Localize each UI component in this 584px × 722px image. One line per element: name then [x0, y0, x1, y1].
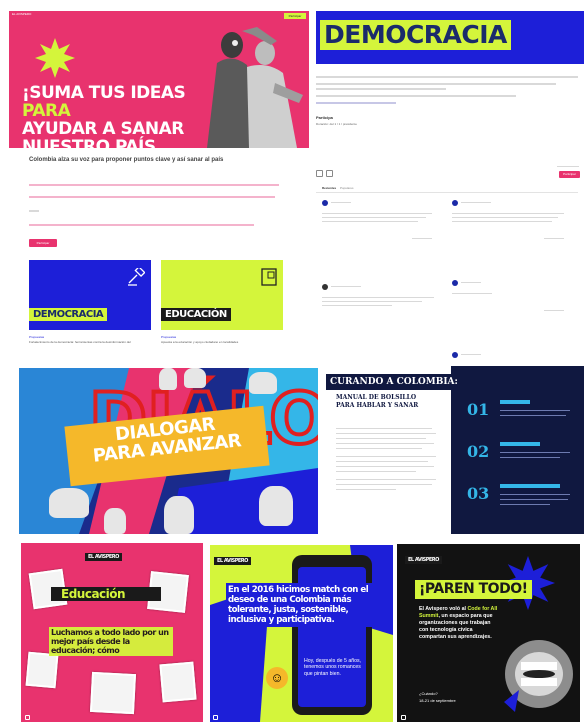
comments-participar-button[interactable]: Participar: [559, 171, 580, 178]
hero-corner-label: EL AVISPERO: [12, 12, 32, 16]
dialogar-banner: DIÁLOGO DIALOGAR PARA AVANZAR: [19, 368, 318, 534]
avatar: [452, 200, 458, 206]
hero-headline-line3: NUESTRO PAÍS AQUÍ!: [22, 137, 156, 148]
educacion-card-label: EDUCACIÓN: [161, 308, 231, 321]
curando-number-2: 02: [467, 442, 490, 461]
book-icon: [261, 268, 277, 286]
hero-headline-line2: AYUDAR A SANAR: [22, 119, 184, 139]
educacion-card-text: Apuesta a la educación y apoyo ciudadano…: [161, 340, 239, 344]
participa-label: Participa: [316, 115, 333, 120]
instagram-icon[interactable]: [25, 715, 30, 720]
hero-headline-white: ¡SUMA TUS IDEAS: [22, 83, 186, 103]
post-match-bubble: Hoy, después de 5 años, tenemos unos rom…: [304, 658, 362, 677]
hand-image: [104, 508, 126, 534]
instagram-icon[interactable]: [401, 715, 406, 720]
curando-number-1: 01: [467, 400, 490, 419]
post-paren-body: El Avispero voló al Code for All Summit,…: [419, 606, 501, 641]
curando-number-3: 03: [467, 484, 490, 503]
curando-subtitle: MANUAL DE BOLSILLO PARA HABLAR Y SANAR: [336, 394, 419, 409]
hero-banner: EL AVISPERO Participar ¡SUMA TUS IDEAS P…: [9, 11, 309, 148]
avatar: [452, 280, 458, 286]
educacion-card-kicker: Propuestas: [161, 335, 177, 339]
post-educacion-phrase: Luchamos a todo lado por un mejor país d…: [49, 627, 173, 656]
democracia-banner-title: DEMOCRACIA: [320, 20, 511, 50]
post-paren-headline: ¡PAREN TODO!: [415, 580, 532, 599]
photo-frame: [25, 651, 59, 689]
starburst-icon: [35, 38, 75, 78]
curando-panel: CURANDO A COLOMBIA: MANUAL DE BOLSILLO P…: [326, 366, 584, 534]
comment-card: [322, 198, 442, 248]
colombia-heading: Colombia alza su voz para proponer punto…: [29, 157, 224, 163]
post-brand-label: EL AVISPERO: [85, 553, 122, 561]
post-paren-body-prefix: El Avispero voló al: [419, 606, 468, 612]
post-match-headline: En el 2016 hicimos match con el deseo de…: [226, 583, 386, 627]
colombia-participar-button[interactable]: Participar: [29, 239, 57, 247]
hero-headline: ¡SUMA TUS IDEAS PARA AYUDAR A SANAR NUES…: [22, 84, 212, 148]
avatar: [322, 284, 328, 290]
tab-populares[interactable]: Populares: [340, 186, 354, 190]
comment-card: [322, 282, 442, 332]
portfolio-collage: EL AVISPERO Participar ¡SUMA TUS IDEAS P…: [0, 0, 584, 722]
post-educacion: EL AVISPERO Educación Luchamos a todo la…: [21, 543, 203, 722]
democracia-card-label: DEMOCRACIA: [29, 308, 108, 321]
post-educacion-word: Educación: [61, 587, 126, 601]
comment-card: [452, 278, 572, 328]
instagram-icon[interactable]: [213, 715, 218, 720]
mouth-sculpture: [504, 640, 573, 712]
photo-frame: [159, 661, 197, 703]
democracia-banner: DEMOCRACIA: [316, 11, 584, 64]
hand-image: [249, 372, 277, 394]
post-brand-label: EL AVISPERO: [214, 557, 251, 565]
hand-image: [184, 368, 206, 388]
post-brand-label: EL AVISPERO: [405, 556, 442, 564]
list-icon[interactable]: [326, 170, 333, 177]
avatar: [322, 200, 328, 206]
post-paren-dates: 18-21 de septiembre: [419, 698, 456, 703]
hero-participar-button[interactable]: Participar: [284, 13, 306, 19]
category-card-democracia[interactable]: DEMOCRACIA: [29, 260, 151, 330]
participa-sub: Duración: del 1 / 1 / presidente: [316, 122, 357, 126]
hand-image: [49, 488, 89, 518]
photo-frame: [89, 671, 137, 715]
hero-headline-yellow: PARA: [22, 101, 71, 121]
category-card-educacion[interactable]: EDUCACIÓN: [161, 260, 283, 330]
hammer-icon: [128, 268, 145, 286]
post-paren-todo: EL AVISPERO ¡PAREN TODO! El Avispero vol…: [397, 544, 580, 722]
face-icon: ☺: [266, 667, 288, 689]
grid-icon[interactable]: [316, 170, 323, 177]
post-match: EL AVISPERO En el 2016 hicimos match con…: [210, 545, 393, 722]
democracia-card-text: Fortalecimiento de la democracia: herram…: [29, 340, 131, 344]
avatar: [452, 352, 458, 358]
hero-photo: [187, 23, 309, 148]
hand-image: [164, 496, 194, 534]
democracia-card-kicker: Propuestas: [29, 335, 45, 339]
comment-card: [452, 198, 572, 248]
hand-image: [159, 368, 177, 390]
post-paren-question: ¿Cuándo?: [419, 691, 438, 696]
curando-title: CURANDO A COLOMBIA:: [330, 377, 458, 387]
tab-recientes[interactable]: Recientes: [322, 186, 336, 190]
hand-image: [259, 486, 293, 526]
